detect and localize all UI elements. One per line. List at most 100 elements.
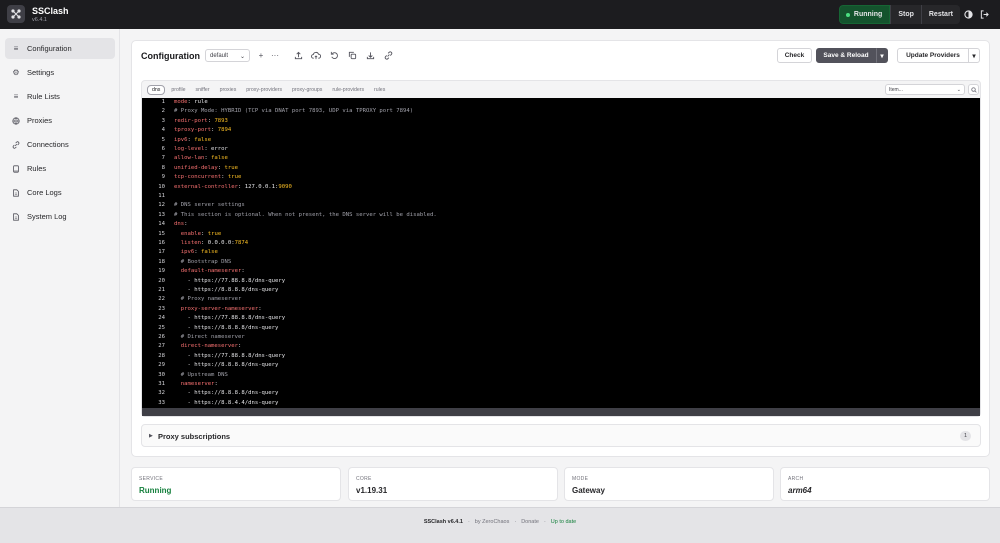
sidebar-item-connections[interactable]: Connections <box>5 134 115 155</box>
running-status-button[interactable]: Running <box>838 5 891 24</box>
code-line: external-controller: 127.0.0.1:9090 <box>174 183 292 190</box>
sidebar-item-settings[interactable]: ⚙ Settings <box>5 62 115 83</box>
sidebar-item-configuration[interactable]: ≡ Configuration <box>5 38 115 59</box>
check-button[interactable]: Check <box>777 48 812 63</box>
undo-icon[interactable] <box>328 49 340 61</box>
code-line: enable: true <box>180 230 222 237</box>
restart-button[interactable]: Restart <box>920 5 960 24</box>
line-number: 15 <box>158 230 165 237</box>
download-icon[interactable] <box>364 49 376 61</box>
code-line: tcp-concurrent: true <box>174 174 242 181</box>
copy-icon[interactable] <box>346 49 358 61</box>
code-line: # Proxy nameserver <box>174 296 242 303</box>
code-line: listen: 0.0.0.0:7874 <box>180 240 249 246</box>
stat-label: SERVICE <box>139 476 163 482</box>
stop-button[interactable]: Stop <box>890 5 921 24</box>
core-status-card: CORE v1.19.31 <box>348 467 558 501</box>
code-line: - https://8.8.4.4/dns-query <box>174 399 279 406</box>
app-name: SSClash <box>32 6 69 16</box>
search-icon[interactable] <box>968 84 979 95</box>
code-line: # Proxy Mode: HYBRID (TCP via DNAT port … <box>174 108 414 115</box>
proxy-subscriptions-panel[interactable]: ▶ Proxy subscriptions 1 <box>141 424 981 447</box>
tab-proxy-providers[interactable]: proxy-providers <box>242 85 286 95</box>
line-number: 26 <box>158 334 165 340</box>
list-icon: ≡ <box>13 44 19 53</box>
tab-profile[interactable]: profile <box>167 85 189 95</box>
profile-select[interactable]: default ⌄ <box>205 49 250 62</box>
upload-icon[interactable] <box>292 49 304 61</box>
footer-separator: · <box>514 519 517 525</box>
link-icon <box>12 140 20 149</box>
subscription-count-badge: 1 <box>960 431 971 441</box>
sidebar-item-core-logs[interactable]: Core Logs <box>5 182 115 203</box>
update-options-chevron-icon[interactable]: ▾ <box>968 48 980 63</box>
code-line: proxy-server-nameserver: <box>180 305 262 312</box>
line-number: 27 <box>158 343 165 350</box>
add-profile-button[interactable]: + <box>255 49 267 61</box>
line-number: 30 <box>158 371 165 378</box>
tab-sniffer[interactable]: sniffer <box>192 85 214 95</box>
update-providers-button[interactable]: Update Providers <box>897 48 969 63</box>
code-line: ipv6: false <box>174 136 212 143</box>
footer-line: SSClash v6.4.1 · by ZeroChaos · Donate ·… <box>0 519 1000 525</box>
code-line: tproxy-port: 7894 <box>174 127 232 134</box>
line-number: 9 <box>161 174 165 181</box>
code-line: unified-delay: true <box>174 164 239 171</box>
sidebar-item-label: Configuration <box>27 44 72 53</box>
more-options-button[interactable]: ··· <box>269 49 281 61</box>
arch-status-card: ARCH arm64 <box>780 467 990 501</box>
line-number: 21 <box>158 287 165 293</box>
sidebar-item-rule-lists[interactable]: ≡ Rule Lists <box>5 86 115 107</box>
item-select-placeholder: Item... <box>889 87 903 93</box>
editor-horizontal-scrollbar[interactable] <box>142 408 980 416</box>
save-options-chevron-icon[interactable]: ▾ <box>876 48 888 63</box>
tab-dns[interactable]: dns <box>147 85 166 95</box>
line-number: 8 <box>161 164 165 171</box>
footer-separator: · <box>543 519 546 525</box>
tab-rule-providers[interactable]: rule-providers <box>328 85 368 95</box>
code-line: # Direct nameserver <box>174 334 245 340</box>
stat-value: arm64 <box>788 486 812 495</box>
line-number: 33 <box>158 399 165 406</box>
save-reload-button[interactable]: Save & Reload <box>816 48 876 63</box>
status-dot-icon <box>845 12 850 17</box>
sidebar-item-proxies[interactable]: Proxies <box>5 110 115 131</box>
code-line: - https://8.8.8.8/dns-query <box>174 390 279 397</box>
line-number: 5 <box>161 136 165 143</box>
code-line: ipv6: false <box>180 249 218 256</box>
line-number: 17 <box>158 249 165 256</box>
line-number: 4 <box>161 127 165 134</box>
contrast-icon[interactable] <box>960 5 976 24</box>
footer-donate-link[interactable]: Donate <box>521 519 539 525</box>
code-editor[interactable]: 1 2 3 4 5 6 7 8 9 10 11 12 13 14 15 16 17 18 19 20 21 22 23 24 2… <box>142 98 980 408</box>
sidebar-item-system-log[interactable]: System Log <box>5 206 115 227</box>
item-select[interactable]: Item... ⌄ <box>885 84 965 95</box>
footer-author-link[interactable]: by ZeroChaos <box>475 519 510 525</box>
link-icon[interactable] <box>382 49 394 61</box>
footer-version: SSClash v6.4.1 <box>423 519 463 525</box>
caret-right-icon: ▶ <box>149 433 153 439</box>
top-bar: SSClash v6.4.1 Running Stop Restart <box>0 0 1000 29</box>
line-number: 7 <box>161 155 165 162</box>
code-line: - https://77.88.8.8/dns-query <box>174 352 286 359</box>
tab-proxy-groups[interactable]: proxy-groups <box>288 85 326 95</box>
line-number: 10 <box>158 183 165 190</box>
line-number: 12 <box>158 202 165 209</box>
file-icon <box>12 188 20 197</box>
tab-proxies[interactable]: proxies <box>216 85 241 95</box>
sidebar-item-rules[interactable]: Rules <box>5 158 115 179</box>
editor-container: dns profile sniffer proxies proxy-provid… <box>141 80 981 417</box>
cloud-upload-icon[interactable] <box>310 49 322 61</box>
line-number: 31 <box>158 381 165 387</box>
profile-select-value: default <box>210 53 229 59</box>
app-version: v6.4.1 <box>32 17 47 23</box>
code-line: - https://8.8.8.8/dns-query <box>174 324 279 331</box>
code-line: - https://77.88.8.8/dns-query <box>174 315 286 322</box>
tab-rules[interactable]: rules <box>370 85 389 95</box>
sidebar-item-label: Rule Lists <box>27 92 60 101</box>
file-icon <box>12 212 20 221</box>
sidebar-item-label: Core Logs <box>27 188 62 197</box>
footer: SSClash v6.4.1 · by ZeroChaos · Donate ·… <box>0 507 1000 543</box>
section-tabs: dns profile sniffer proxies proxy-provid… <box>147 85 391 95</box>
logout-icon[interactable] <box>976 5 992 24</box>
